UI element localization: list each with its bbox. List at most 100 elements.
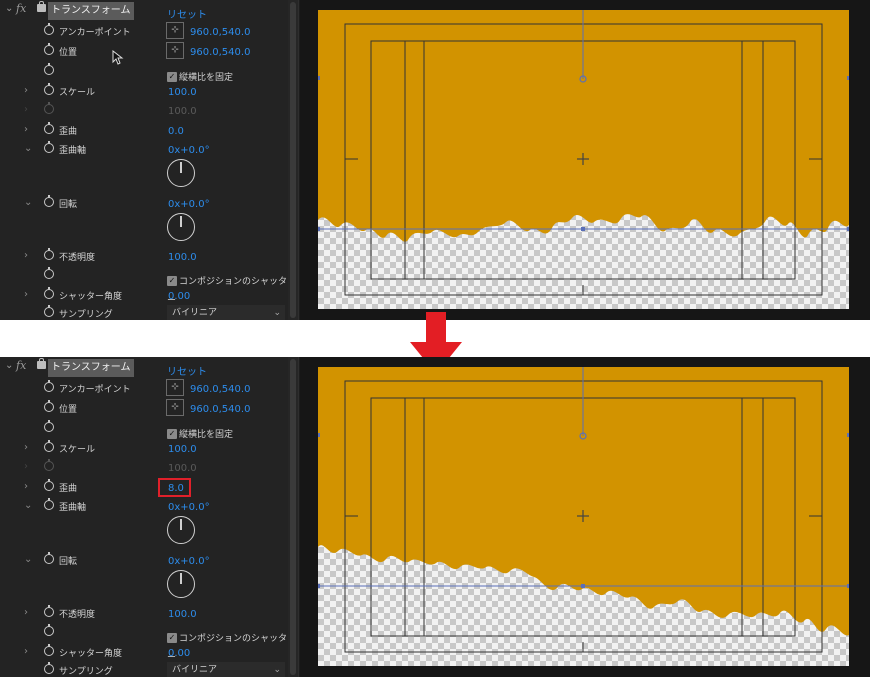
expand-chevron-icon[interactable]: › [24,607,28,618]
scrollbar[interactable] [288,357,298,677]
stopwatch-icon[interactable] [44,662,54,674]
scale-height-value: 100.0 [168,106,197,117]
skew-axis-dial[interactable] [167,516,195,544]
expand-chevron-icon[interactable]: › [24,250,28,261]
composition-viewer [300,357,870,677]
anchor-target-icon[interactable]: ⊹ [166,22,184,39]
position-value[interactable]: 960.0,540.0 [190,404,250,415]
shutter-angle-value[interactable]: 0.00 [168,291,190,302]
composition-canvas[interactable] [318,10,849,309]
stopwatch-icon[interactable] [44,248,54,260]
stopwatch-icon[interactable] [44,287,54,299]
expand-chevron-icon: › [24,461,28,472]
stopwatch-icon[interactable] [44,63,54,75]
expand-chevron-icon[interactable]: › [24,85,28,96]
fx-toggle[interactable]: fx [16,2,26,15]
reset-link[interactable]: リセット [167,363,207,378]
effect-header: ⌄ fx トランスフォーム リセット [0,0,288,22]
skew-label: 歪曲 [59,484,78,494]
stopwatch-icon[interactable] [44,552,54,564]
stopwatch-icon[interactable] [44,380,54,392]
expand-chevron-icon[interactable]: › [24,124,28,135]
rotation-row: ⌄ 回転 0x+0.0° [0,194,288,214]
rotation-value[interactable]: 0x+0.0° [168,556,210,567]
anchor-point-row: アンカーポイント ⊹ 960.0,540.0 [0,379,288,399]
anchor-point-row: アンカーポイント ⊹ 960.0,540.0 [0,22,288,42]
rotation-dial[interactable] [167,570,195,598]
rotation-row: ⌄ 回転 0x+0.0° [0,551,288,571]
sampling-row: サンプリング バイリニア ⌄ [0,304,288,320]
stopwatch-icon[interactable] [44,141,54,153]
stopwatch-icon[interactable] [44,644,54,656]
opacity-value[interactable]: 100.0 [168,609,197,620]
fx-toggle[interactable]: fx [16,359,26,372]
stopwatch-icon[interactable] [44,400,54,412]
expand-chevron-icon[interactable]: › [24,289,28,300]
stopwatch-icon[interactable] [44,420,54,432]
scale-height-row: › 100.0 [0,101,288,121]
scale-row: › スケール 100.0 [0,82,288,102]
position-value[interactable]: 960.0,540.0 [190,47,250,58]
collapse-chevron-icon[interactable]: ⌄ [24,500,32,511]
stopwatch-icon[interactable] [44,122,54,134]
sampling-select[interactable]: バイリニア ⌄ [167,305,285,320]
anchor-point-label: アンカーポイント [59,385,131,395]
stopwatch-icon[interactable] [44,479,54,491]
scale-value[interactable]: 100.0 [168,444,197,455]
reset-link[interactable]: リセット [167,6,207,21]
expand-chevron-icon[interactable]: › [24,481,28,492]
scrollbar[interactable] [288,0,298,320]
shutter-angle-row: › シャッター角度 0.00 [0,643,288,663]
scrollbar-thumb[interactable] [290,359,296,675]
scrollbar-thumb[interactable] [290,2,296,318]
scale-value[interactable]: 100.0 [168,87,197,98]
stopwatch-icon[interactable] [44,195,54,207]
collapse-chevron-icon[interactable]: ⌄ [5,360,13,371]
rotation-dial[interactable] [167,213,195,241]
stopwatch-icon[interactable] [44,83,54,95]
collapse-chevron-icon[interactable]: ⌄ [24,143,32,154]
sampling-label: サンプリング [59,310,113,320]
anchor-point-label: アンカーポイント [59,28,131,38]
rotation-value[interactable]: 0x+0.0° [168,199,210,210]
lock-icon [37,1,46,12]
scale-label: スケール [59,88,96,98]
expand-chevron-icon[interactable]: › [24,442,28,453]
stopwatch-icon[interactable] [44,440,54,452]
comp-shutter-row: ✓ コンポジションのシャッター [0,266,288,306]
stopwatch-icon[interactable] [44,43,54,55]
stopwatch-icon[interactable] [44,267,54,279]
skew-axis-value[interactable]: 0x+0.0° [168,502,210,513]
opacity-row: › 不透明度 100.0 [0,604,288,624]
effect-controls-panel: ⌄ fx トランスフォーム リセット アンカーポイント ⊹ 960.0,540.… [0,357,299,677]
stopwatch-icon[interactable] [44,23,54,35]
checkmark-icon: ✓ [167,275,177,286]
skew-axis-dial[interactable] [167,159,195,187]
collapse-chevron-icon[interactable]: ⌄ [5,3,13,14]
expand-chevron-icon[interactable]: › [24,646,28,657]
stopwatch-icon[interactable] [44,305,54,317]
anchor-target-icon[interactable]: ⊹ [166,42,184,59]
effect-name[interactable]: トランスフォーム [48,359,134,377]
opacity-value[interactable]: 100.0 [168,252,197,263]
anchor-point-value[interactable]: 960.0,540.0 [190,27,250,38]
composition-canvas[interactable] [318,367,849,666]
collapse-chevron-icon[interactable]: ⌄ [24,197,32,208]
skew-axis-value[interactable]: 0x+0.0° [168,145,210,156]
shutter-angle-value[interactable]: 0.00 [168,648,190,659]
anchor-point-value[interactable]: 960.0,540.0 [190,384,250,395]
stopwatch-icon[interactable] [44,624,54,636]
skew-row: › 歪曲 8.0 [0,478,288,498]
rotation-label: 回転 [59,200,78,210]
composition-viewer [300,0,870,320]
skew-value[interactable]: 0.0 [168,126,184,137]
anchor-target-icon[interactable]: ⊹ [166,399,184,416]
position-label: 位置 [59,405,78,415]
anchor-target-icon[interactable]: ⊹ [166,379,184,396]
collapse-chevron-icon[interactable]: ⌄ [24,554,32,565]
sampling-select[interactable]: バイリニア ⌄ [167,662,285,677]
scale-height-value: 100.0 [168,463,197,474]
stopwatch-icon[interactable] [44,498,54,510]
effect-name[interactable]: トランスフォーム [48,2,134,20]
stopwatch-icon[interactable] [44,605,54,617]
